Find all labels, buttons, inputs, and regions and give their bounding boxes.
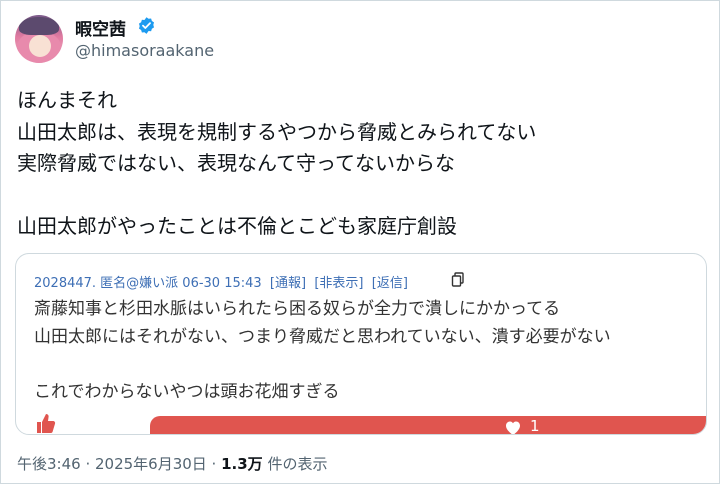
quote-line: 山田太郎にはそれがない、つまり脅威だと思われていない、潰す必要がない [34, 326, 611, 347]
thumbs-up-icon [37, 414, 56, 433]
tweet-line [17, 180, 536, 212]
timestamp[interactable]: 午後3:46 · 2025年6月30日 · [17, 455, 221, 473]
quote-line: 斎藤知事と杉田水脈はいられたら困る奴らが全力で潰しにかかってる [34, 299, 561, 319]
heart-icon [506, 421, 520, 434]
tweet-line: 実際脅威ではない、表現なんて守ってないからな [17, 151, 455, 175]
like-bar [150, 416, 706, 434]
avatar-face [29, 35, 51, 57]
tweet-meta: 午後3:46 · 2025年6月30日 · 1.3万 件の表示 [17, 453, 327, 474]
copy-icon[interactable] [451, 272, 465, 287]
tweet-line: 山田太郎は、表現を規制するやつから脅威とみられてない [17, 119, 537, 144]
quote-line [34, 351, 611, 379]
tweet-line: ほんまそれ [17, 88, 117, 112]
tweet-text: ほんまそれ 山田太郎は、表現を規制するやつから脅威とみられてない 実際脅威ではな… [17, 85, 536, 243]
display-name[interactable]: 暇空茜 [75, 15, 126, 40]
quote-text: 斎藤知事と杉田水脈はいられたら困る奴らが全力で潰しにかかってる 山田太郎にはそれ… [34, 296, 611, 406]
avatar-hat [19, 17, 59, 35]
view-label: 件の表示 [262, 455, 328, 473]
quote-meta: 2028447. 匿名@嫌い派 06-30 15:43 [通報] [非表示] [… [34, 276, 408, 291]
verified-badge-icon [138, 17, 155, 34]
tweet-card: 暇空茜 @himasoraakane ほんまそれ 山田太郎は、表現を規制するやつ… [0, 0, 720, 484]
like-count: 1 [530, 417, 540, 435]
user-handle[interactable]: @himasoraakane [75, 41, 214, 60]
quote-line: これでわからないやつは頭お花畑すぎる [34, 381, 340, 402]
avatar[interactable] [15, 15, 63, 63]
tweet-line: 山田太郎がやったことは不倫とこども家庭庁創設 [17, 214, 457, 238]
view-count: 1.3万 [221, 455, 263, 473]
quoted-image[interactable]: 2028447. 匿名@嫌い派 06-30 15:43 [通報] [非表示] [… [15, 253, 707, 435]
